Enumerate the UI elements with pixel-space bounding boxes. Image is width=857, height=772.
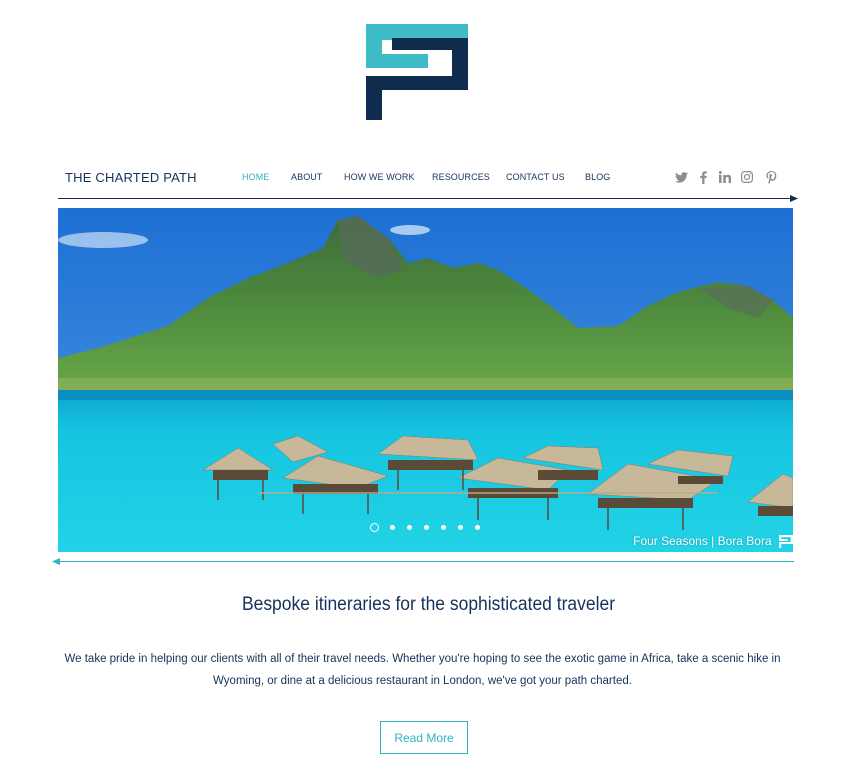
slide-dot-6[interactable] — [458, 525, 463, 530]
header-divider — [58, 195, 798, 202]
nav-item-home[interactable]: HOME — [242, 172, 269, 182]
nav-item-blog[interactable]: BLOG — [585, 172, 610, 182]
twitter-icon[interactable] — [674, 170, 688, 184]
caption-logo-icon — [779, 535, 793, 548]
hero-image — [58, 208, 793, 552]
logo — [366, 24, 468, 120]
slide-dot-2[interactable] — [390, 525, 395, 530]
nav-item-how-we-work[interactable]: HOW WE WORK — [344, 172, 415, 182]
slide-dot-4[interactable] — [424, 525, 429, 530]
intro-paragraph: We take pride in helping our clients wit… — [64, 653, 781, 687]
site-name[interactable]: THE CHARTED PATH — [65, 170, 197, 185]
slide-caption: Four Seasons | Bora Bora — [633, 534, 793, 548]
slide-dot-7[interactable] — [475, 525, 480, 530]
read-more-button[interactable]: Read More — [380, 721, 468, 754]
nav-item-about[interactable]: ABOUT — [291, 172, 323, 182]
slide-dot-3[interactable] — [407, 525, 412, 530]
slide-dot-5[interactable] — [441, 525, 446, 530]
nav-item-contact-us[interactable]: CONTACT US — [506, 172, 565, 182]
instagram-icon[interactable] — [740, 170, 754, 184]
hero-divider — [52, 558, 794, 565]
pinterest-icon[interactable] — [764, 170, 778, 184]
hero-slideshow[interactable]: ‹ › Four Seasons | Bora Bora — [58, 208, 793, 552]
section-headline: Bespoke itineraries for the sophisticate… — [241, 594, 616, 615]
slide-dot-1[interactable] — [370, 523, 379, 532]
facebook-icon[interactable] — [696, 170, 710, 184]
nav-item-resources[interactable]: RESOURCES — [432, 172, 490, 182]
linkedin-icon[interactable] — [718, 170, 732, 184]
